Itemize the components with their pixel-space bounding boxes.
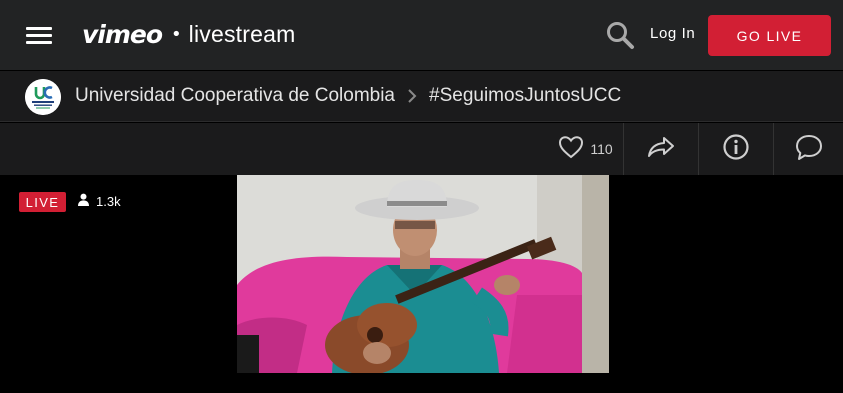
person-icon [77, 193, 90, 209]
chevron-right-icon [407, 88, 417, 104]
video-player[interactable]: LIVE 1.3k [0, 175, 843, 393]
like-count: 110 [590, 141, 613, 157]
share-button[interactable] [624, 123, 698, 175]
hamburger-menu-icon[interactable] [26, 24, 52, 46]
heart-icon [558, 135, 584, 163]
viewer-count-value: 1.3k [96, 193, 121, 209]
login-link[interactable]: Log In [650, 25, 695, 42]
logo-product-text: livestream [188, 20, 296, 47]
comment-icon [794, 133, 824, 165]
viewer-count: 1.3k [77, 193, 121, 209]
channel-avatar[interactable] [25, 79, 61, 115]
info-button[interactable] [699, 123, 773, 175]
breadcrumb-event-link[interactable]: #SeguimosJuntosUCC [429, 85, 621, 107]
video-scene [237, 175, 609, 373]
top-navigation-bar: vimeo • livestream Log In GO LIVE [0, 0, 843, 70]
comment-button[interactable] [774, 123, 843, 175]
breadcrumb: Universidad Cooperativa de Colombia #Seg… [75, 85, 621, 107]
ucc-logo-icon [25, 79, 61, 115]
go-live-button[interactable]: GO LIVE [708, 15, 831, 56]
share-icon [646, 135, 676, 163]
vimeo-livestream-logo[interactable]: vimeo • livestream [82, 18, 295, 50]
live-badge: LIVE [19, 192, 66, 212]
search-icon[interactable] [605, 20, 637, 50]
like-button[interactable]: 110 [548, 123, 623, 175]
breadcrumb-channel-link[interactable]: Universidad Cooperativa de Colombia [75, 85, 395, 107]
event-action-bar: 110 [0, 123, 843, 175]
info-icon [722, 133, 750, 165]
logo-dot: • [171, 23, 182, 45]
channel-bar: Universidad Cooperativa de Colombia #Seg… [0, 71, 843, 122]
video-frame[interactable] [237, 175, 609, 373]
logo-brand-text: vimeo [82, 19, 163, 49]
